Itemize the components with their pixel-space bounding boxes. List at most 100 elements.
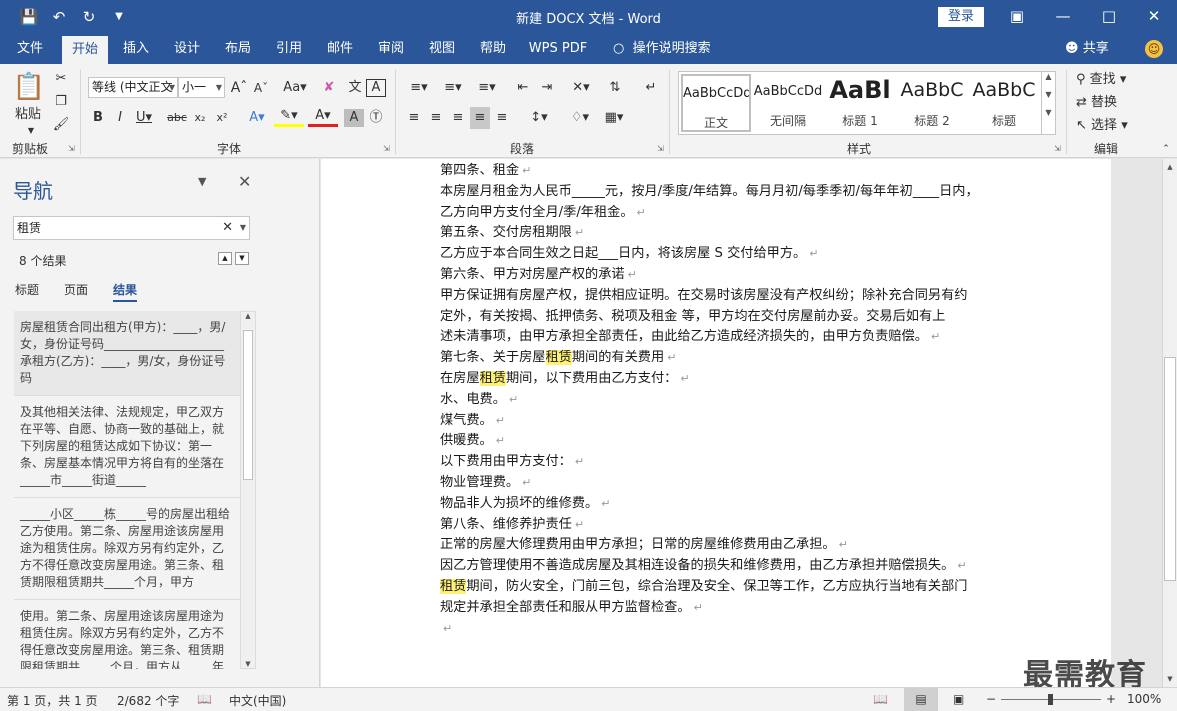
scroll-down-icon[interactable]: ▼ [1163,675,1177,683]
maximize-icon[interactable]: □ [1086,0,1132,34]
paste-icon[interactable]: 📋 [12,70,46,104]
underline-icon[interactable]: U▾ [132,107,156,129]
align-center-icon[interactable]: ≡ [426,107,446,129]
document-line[interactable]: 本房屋月租金为人民币_____元，按月/季度/年结算。每月月初/每季季初/每年年… [440,182,979,203]
tab-references[interactable]: 引用 [267,34,311,64]
document-scrollbar[interactable]: ▲ ▼ [1162,159,1177,687]
change-case-icon[interactable]: Aa▾ [280,77,310,99]
bullets-icon[interactable]: ≡▾ [404,77,434,99]
format-painter-icon[interactable]: 🖌 [50,114,72,136]
proofing-icon[interactable]: 📖 [197,692,212,706]
tab-design[interactable]: 设计 [165,34,209,64]
enclose-characters-icon[interactable]: Ⓣ [366,107,386,129]
document-line[interactable]: 述未清事项，由甲方承担全部责任，由此给乙方造成经济损失的，由甲方负责赔偿。 ↵ [440,327,940,348]
select-button[interactable]: ↖ 选择 ▾ [1076,115,1138,137]
style-title[interactable]: AaBbC 标题 [969,74,1039,132]
nav-tab-pages[interactable]: 页面 [64,281,88,298]
results-scroll-thumb[interactable] [243,330,253,480]
font-size-combo[interactable]: 小一 ▼ [178,77,225,98]
nav-tab-headings[interactable]: 标题 [15,281,39,298]
document-line[interactable]: 规定并承担全部责任和服从甲方监督检查。 ↵ [440,598,703,619]
document-line[interactable]: 以下费用由甲方支付： ↵ [440,452,584,473]
highlight-color-icon[interactable]: ✎▾ [274,107,304,127]
document-page[interactable]: 第四条、租金 ↵ 本房屋月租金为人民币_____元，按月/季度/年结算。每月月初/每… [321,159,1111,687]
chinese-layout-icon[interactable]: ✕▾ [566,77,596,99]
search-result-item[interactable]: 房屋租赁合同出租方(甲方)：____，男/女，身份证号码____________… [14,311,240,396]
search-result-item[interactable]: 使用。第二条、房屋用途该房屋用途为租赁住房。除双方另有约定外，乙方不得任意改变房… [14,600,240,669]
font-name-combo[interactable]: 等线 (中文正文 ▼ [88,77,178,98]
style-no-spacing[interactable]: AaBbCcDd 无间隔 [753,74,823,132]
nav-search-input[interactable]: 租赁 ✕ ▼ [13,216,250,240]
document-line[interactable]: 乙方向甲方支付全月/季/年租金。 ↵ [440,203,646,224]
styles-scroll[interactable]: ▲ ▼ ▼ [1041,72,1055,134]
document-line[interactable]: 第七条、关于房屋租赁期间的有关费用 ↵ [440,348,676,369]
page-indicator[interactable]: 第 1 页，共 1 页 [7,692,98,709]
grow-font-icon[interactable]: Aˆ [229,77,249,99]
strikethrough-icon[interactable]: abc [166,107,188,129]
document-line[interactable]: 供暖费。 ↵ [440,431,505,452]
find-button[interactable]: ⚲ 查找 ▾ [1076,69,1138,91]
justify-icon[interactable]: ≡ [470,107,490,129]
increase-indent-icon[interactable]: ⇥ [536,77,558,99]
tab-review[interactable]: 审阅 [369,34,413,64]
close-icon[interactable]: ✕ [1131,0,1177,34]
document-line[interactable]: 水、电费。 ↵ [440,390,518,411]
borders-icon[interactable]: ▦▾ [600,107,628,129]
style-heading-2[interactable]: AaBbC 标题 2 [897,74,967,132]
document-line[interactable]: 第八条、维修养护责任 ↵ [440,515,584,536]
clipboard-launcher-icon[interactable]: ⇲ [68,144,75,153]
document-line[interactable]: 乙方应于本合同生效之日起___日内，将该房屋 S 交付给甲方。 ↵ [440,244,818,265]
tab-help[interactable]: 帮助 [471,34,515,64]
style-normal[interactable]: AaBbCcDd 正文 [681,74,751,132]
search-options-icon[interactable]: ▼ [240,217,246,239]
web-layout-icon[interactable]: ▣ [953,692,964,706]
align-right-icon[interactable]: ≡ [448,107,468,129]
text-effects-icon[interactable]: A▾ [244,107,270,129]
superscript-icon[interactable]: x² [212,107,232,129]
document-line[interactable]: 正常的房屋大修理费用由甲方承担；日常的房屋维修费用由乙承担。 ↵ [440,535,848,556]
word-count[interactable]: 2/682 个字 [117,692,179,709]
cut-icon[interactable]: ✂ [50,68,72,90]
document-line[interactable]: 甲方保证拥有房屋产权，提供相应证明。在交易时该房屋没有产权纠纷；除补充合同另有约 [440,286,968,307]
style-heading-1[interactable]: AaBl 标题 1 [825,74,895,132]
document-line[interactable]: 定外，有关按揭、抵押债务、税项及租金 等，甲方均在交付房屋前办妥。交易后如有上 [440,307,945,328]
search-result-item[interactable]: 及其他相关法律、法规规定，甲乙双方在平等、自愿、协商一致的基础上，就下列房屋的租… [14,396,240,498]
feedback-smiley-icon[interactable]: ☺ [1145,40,1163,58]
tab-mailings[interactable]: 邮件 [318,34,362,64]
document-line[interactable]: 租赁期间，防火安全，门前三包，综合治理及安全、保卫等工作，乙方应执行当地有关部门 [440,577,968,598]
show-marks-icon[interactable]: ↵ [640,77,662,99]
scroll-up-icon[interactable]: ▲ [1163,163,1177,171]
subscript-icon[interactable]: x₂ [190,107,210,129]
replace-button[interactable]: ⇄ 替换 [1076,92,1138,114]
character-border-icon[interactable]: A [366,79,386,97]
results-scrollbar[interactable]: ▲ ▼ [240,311,256,669]
bold-icon[interactable]: B [88,107,108,129]
decrease-indent-icon[interactable]: ⇤ [512,77,534,99]
zoom-out-icon[interactable]: − [986,692,996,706]
zoom-slider-thumb[interactable] [1048,694,1053,705]
shrink-font-icon[interactable]: Aˇ [251,77,271,99]
search-result-item[interactable]: _____小区_____栋_____号的房屋出租给乙方使用。第二条、房屋用途该房… [14,498,240,600]
document-line[interactable]: 物业管理费。 ↵ [440,473,531,494]
document-line[interactable]: 煤气费。 ↵ [440,411,505,432]
tell-me-search[interactable]: ○ 操作说明搜索 [613,34,711,64]
read-mode-icon[interactable]: 📖 [873,692,888,706]
line-spacing-icon[interactable]: ↕▾ [524,107,554,129]
document-line[interactable]: 第六条、甲方对房屋产权的承诺 ↵ [440,265,637,286]
zoom-level[interactable]: 100% [1127,692,1161,706]
tab-wps-pdf[interactable]: WPS PDF [526,34,590,64]
ribbon-display-options-icon[interactable]: ▣ [994,0,1040,34]
phonetic-guide-icon[interactable]: 文 [344,77,366,99]
scroll-down-icon[interactable]: ▼ [241,660,255,668]
next-result-icon[interactable]: ▼ [235,252,249,265]
document-line[interactable]: 在房屋租赁期间，以下费用由乙方支付： ↵ [440,369,690,390]
login-button[interactable]: 登录 [938,7,984,27]
numbering-icon[interactable]: ≡▾ [438,77,468,99]
shading-icon[interactable]: ♢▾ [566,107,594,129]
collapse-ribbon-icon[interactable]: ⌃ [1160,138,1172,160]
share-button[interactable]: ☻ 共享 [1065,34,1109,64]
character-shading-icon[interactable]: A [344,109,364,127]
sort-icon[interactable]: ⇅ [604,77,626,99]
previous-result-icon[interactable]: ▲ [218,252,232,265]
clear-search-icon[interactable]: ✕ [222,217,233,239]
